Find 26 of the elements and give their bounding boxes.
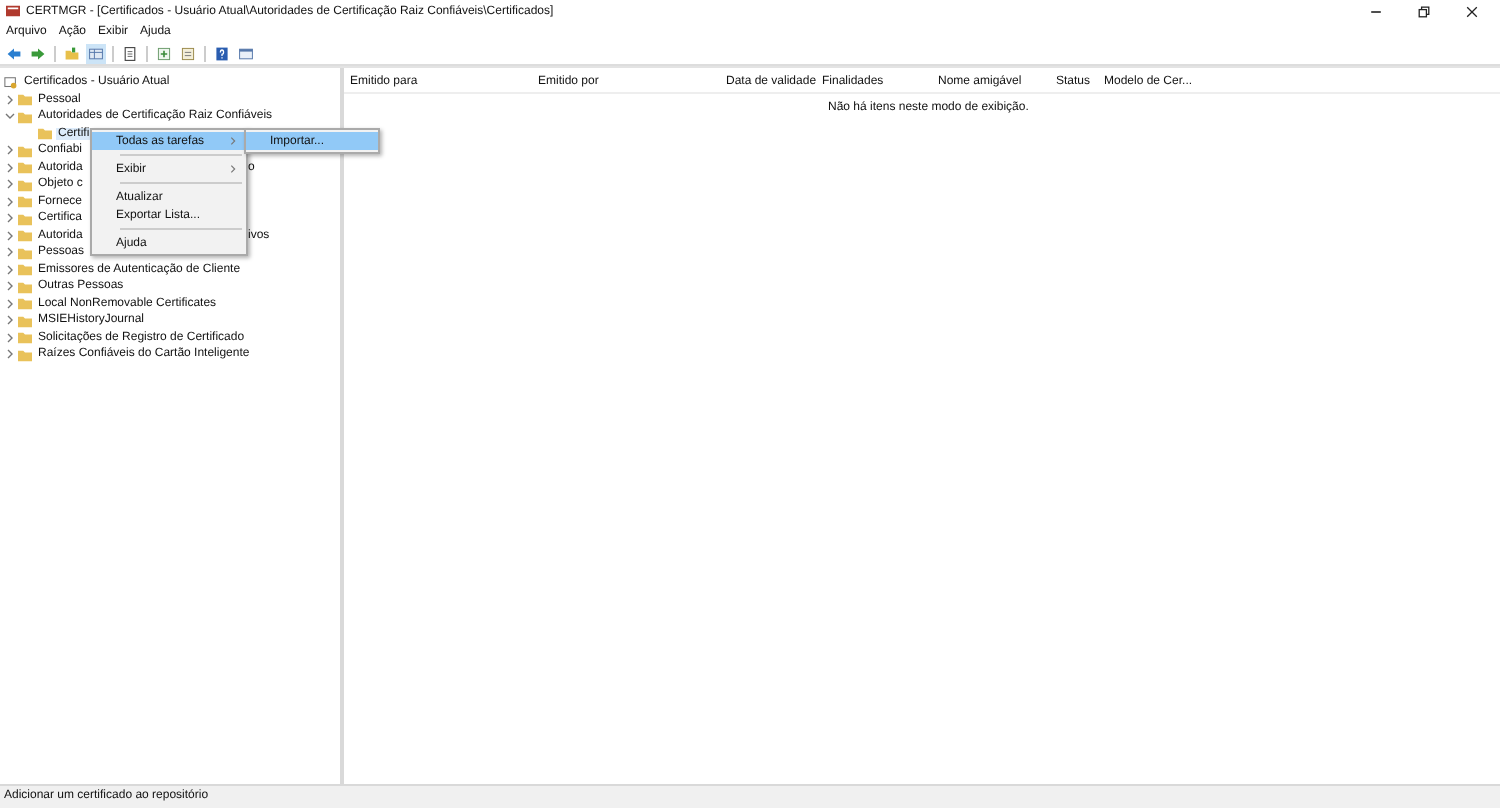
expand-icon[interactable] (4, 212, 16, 225)
expand-icon[interactable] (4, 263, 16, 276)
expand-icon[interactable] (4, 280, 16, 293)
certificate-icon (4, 75, 18, 90)
window-icon[interactable] (236, 43, 256, 63)
expand-icon[interactable] (4, 195, 16, 208)
forward-arrow-icon[interactable] (28, 43, 48, 63)
expand-icon[interactable] (4, 314, 16, 327)
expand-icon[interactable] (4, 178, 16, 191)
expand-icon[interactable] (4, 348, 16, 361)
close-icon[interactable] (1464, 3, 1480, 19)
expand-icon[interactable] (4, 229, 16, 242)
expand-icon[interactable] (4, 144, 16, 157)
folder-icon[interactable] (62, 43, 82, 63)
grid-icon[interactable] (86, 43, 106, 63)
expand-icon[interactable] (4, 331, 16, 344)
help-icon[interactable] (212, 43, 232, 63)
expand-icon[interactable] (4, 161, 16, 174)
expand-icon[interactable] (4, 297, 16, 310)
back-arrow-icon[interactable] (4, 43, 24, 63)
page-icon[interactable] (120, 43, 140, 63)
app-icon (6, 4, 20, 18)
restore-icon[interactable] (1416, 3, 1432, 19)
collapse-icon[interactable] (4, 110, 16, 123)
expand-icon[interactable] (4, 93, 16, 106)
expand-icon[interactable] (4, 246, 16, 259)
